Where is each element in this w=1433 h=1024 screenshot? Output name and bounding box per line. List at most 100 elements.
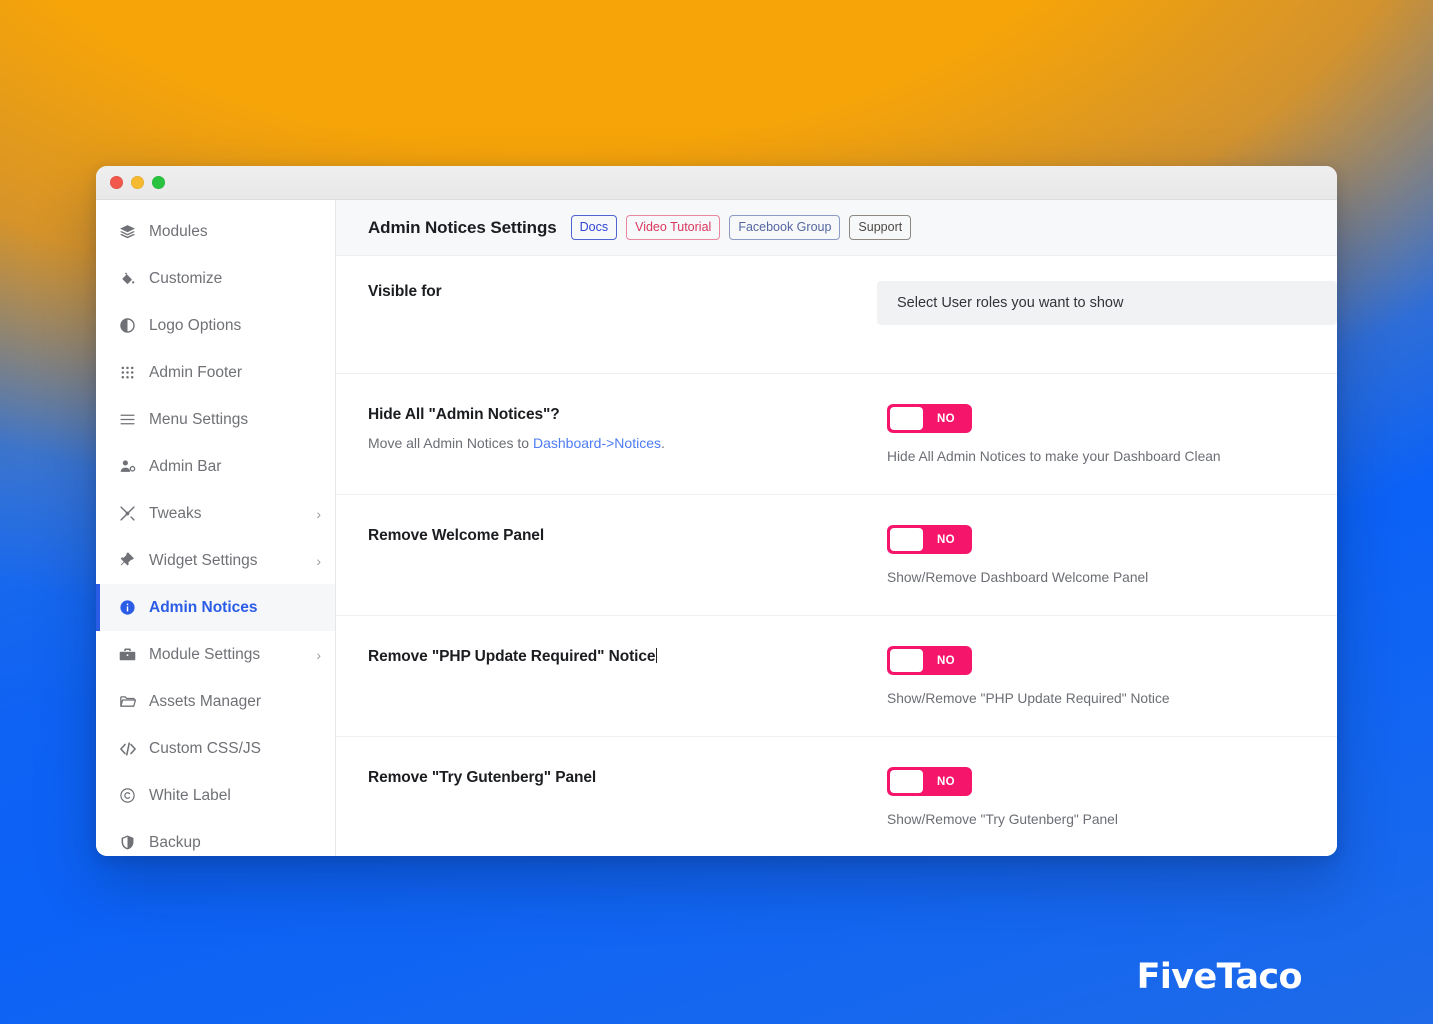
sidebar-item-label: Admin Bar: [149, 457, 222, 475]
sidebar-item-label: Customize: [149, 269, 223, 287]
remove-welcome-panel-toggle[interactable]: NO: [887, 525, 972, 554]
toggle-hint: Show/Remove Dashboard Welcome Panel: [887, 570, 1149, 585]
copyright-icon: [118, 787, 137, 804]
remove-php-update-notice-toggle[interactable]: NO: [887, 646, 972, 675]
setting-label-column: Remove Welcome Panel: [368, 525, 887, 585]
fivetaco-watermark: FiveTaco: [1136, 957, 1303, 997]
layers-icon: [118, 223, 137, 240]
sidebar-item-backup[interactable]: Backup: [96, 819, 335, 856]
window-titlebar: [96, 166, 1337, 200]
setting-title: Remove "PHP Update Required" Notice: [368, 648, 863, 666]
user-gear-icon: [118, 458, 137, 475]
minimize-window-button[interactable]: [131, 176, 144, 189]
sidebar-item-admin-footer[interactable]: Admin Footer: [96, 349, 335, 396]
content-header: Admin Notices Settings Docs Video Tutori…: [336, 200, 1337, 256]
sidebar-item-label: Assets Manager: [149, 692, 261, 710]
setting-label-column: Remove "Try Gutenberg" Panel: [368, 767, 887, 827]
toggle-state-label: NO: [936, 775, 956, 788]
setting-title: Remove "Try Gutenberg" Panel: [368, 769, 597, 786]
support-button[interactable]: Support: [849, 214, 912, 241]
toggle-knob: [890, 407, 923, 430]
sidebar-item-admin-notices[interactable]: Admin Notices: [96, 584, 335, 631]
sidebar-item-label: Custom CSS/JS: [149, 739, 261, 757]
folder-icon: [118, 693, 137, 710]
toggle-hint: Show/Remove "PHP Update Required" Notice: [887, 691, 1170, 706]
sidebar-item-tweaks[interactable]: Tweaks ›: [96, 490, 335, 537]
chevron-right-icon: ›: [316, 552, 321, 569]
sidebar-item-modules[interactable]: Modules: [96, 208, 335, 255]
user-roles-select[interactable]: Select User roles you want to show: [877, 281, 1337, 325]
setting-description-prefix: Move all Admin Notices to: [368, 435, 533, 451]
setting-row-visible-for: Visible for Select User roles you want t…: [336, 256, 1337, 374]
tools-icon: [118, 505, 137, 522]
video-tutorial-button[interactable]: Video Tutorial: [626, 214, 721, 241]
toggle-state-label: NO: [936, 533, 956, 546]
maximize-window-button[interactable]: [152, 176, 165, 189]
setting-label-column: Visible for: [368, 281, 877, 348]
facebook-group-button[interactable]: Facebook Group: [729, 214, 841, 241]
info-circle-icon: [118, 599, 137, 616]
toggle-hint: Show/Remove "Try Gutenberg" Panel: [887, 812, 1118, 827]
sidebar-item-label: Tweaks: [149, 504, 202, 522]
sidebar-item-label: Admin Notices: [149, 598, 258, 616]
hide-all-admin-notices-toggle[interactable]: NO: [887, 404, 972, 433]
sidebar-item-module-settings[interactable]: Module Settings ›: [96, 631, 335, 678]
text-cursor-caret: [656, 648, 658, 663]
setting-title-text: Remove "PHP Update Required" Notice: [368, 648, 656, 665]
toggle-state-label: NO: [936, 654, 956, 667]
setting-row-remove-try-gutenberg-panel: Remove "Try Gutenberg" Panel NO Show/Rem…: [336, 737, 1337, 856]
setting-control-column: Select User roles you want to show: [877, 281, 1337, 348]
sidebar-item-admin-bar[interactable]: Admin Bar: [96, 443, 335, 490]
sidebar-navigation: Modules Customize Logo Options Admin Foo…: [96, 200, 336, 856]
close-window-button[interactable]: [110, 176, 123, 189]
setting-row-remove-welcome-panel: Remove Welcome Panel NO Show/Remove Dash…: [336, 495, 1337, 616]
docs-button[interactable]: Docs: [570, 214, 618, 241]
sidebar-item-label: Logo Options: [149, 316, 242, 334]
setting-row-hide-all-admin-notices: Hide All "Admin Notices"? Move all Admin…: [336, 374, 1337, 495]
setting-description-suffix: .: [660, 435, 665, 451]
page-title: Admin Notices Settings: [368, 217, 557, 237]
dashboard-notices-link[interactable]: Dashboard->Notices: [533, 435, 661, 451]
sidebar-item-label: Widget Settings: [149, 551, 258, 569]
toggle-knob: [890, 649, 923, 672]
toggle-state-label: NO: [936, 412, 956, 425]
paint-bucket-icon: [118, 270, 137, 287]
setting-control-column: NO Show/Remove Dashboard Welcome Panel: [887, 525, 1337, 585]
setting-title: Visible for: [368, 283, 442, 300]
setting-control-column: NO Hide All Admin Notices to make your D…: [887, 404, 1337, 464]
pin-icon: [118, 552, 137, 569]
toggle-knob: [890, 770, 923, 793]
setting-title: Remove Welcome Panel: [368, 527, 545, 544]
sidebar-item-widget-settings[interactable]: Widget Settings ›: [96, 537, 335, 584]
setting-control-column: NO Show/Remove "PHP Update Required" Not…: [887, 646, 1337, 706]
browser-window: Modules Customize Logo Options Admin Foo…: [96, 166, 1337, 856]
chevron-right-icon: ›: [316, 505, 321, 522]
toggle-hint: Hide All Admin Notices to make your Dash…: [887, 449, 1221, 464]
grid-dots-icon: [118, 365, 137, 380]
sidebar-item-label: Admin Footer: [149, 363, 243, 381]
sidebar-item-label: Backup: [149, 833, 201, 851]
sidebar-item-label: White Label: [149, 786, 231, 804]
remove-try-gutenberg-panel-toggle[interactable]: NO: [887, 767, 972, 796]
sidebar-item-assets-manager[interactable]: Assets Manager: [96, 678, 335, 725]
setting-row-remove-php-update-notice: Remove "PHP Update Required" Notice NO S…: [336, 616, 1337, 737]
toolbox-icon: [118, 646, 137, 663]
chevron-right-icon: ›: [316, 646, 321, 663]
hamburger-icon: [118, 411, 137, 428]
setting-description: Move all Admin Notices to Dashboard->Not…: [368, 435, 863, 451]
sidebar-item-custom-css-js[interactable]: Custom CSS/JS: [96, 725, 335, 772]
setting-label-column: Remove "PHP Update Required" Notice: [368, 646, 887, 706]
user-roles-select-value: Select User roles you want to show: [897, 295, 1124, 311]
sidebar-item-customize[interactable]: Customize: [96, 255, 335, 302]
setting-label-column: Hide All "Admin Notices"? Move all Admin…: [368, 404, 887, 464]
sidebar-item-menu-settings[interactable]: Menu Settings: [96, 396, 335, 443]
sidebar-item-label: Module Settings: [149, 645, 261, 663]
sidebar-item-logo-options[interactable]: Logo Options: [96, 302, 335, 349]
toggle-knob: [890, 528, 923, 551]
settings-main-panel: Admin Notices Settings Docs Video Tutori…: [336, 200, 1337, 856]
sidebar-item-label: Modules: [149, 222, 208, 240]
sidebar-item-white-label[interactable]: White Label: [96, 772, 335, 819]
sidebar-item-label: Menu Settings: [149, 410, 249, 428]
code-icon: [118, 740, 137, 758]
shield-icon: [118, 834, 137, 851]
